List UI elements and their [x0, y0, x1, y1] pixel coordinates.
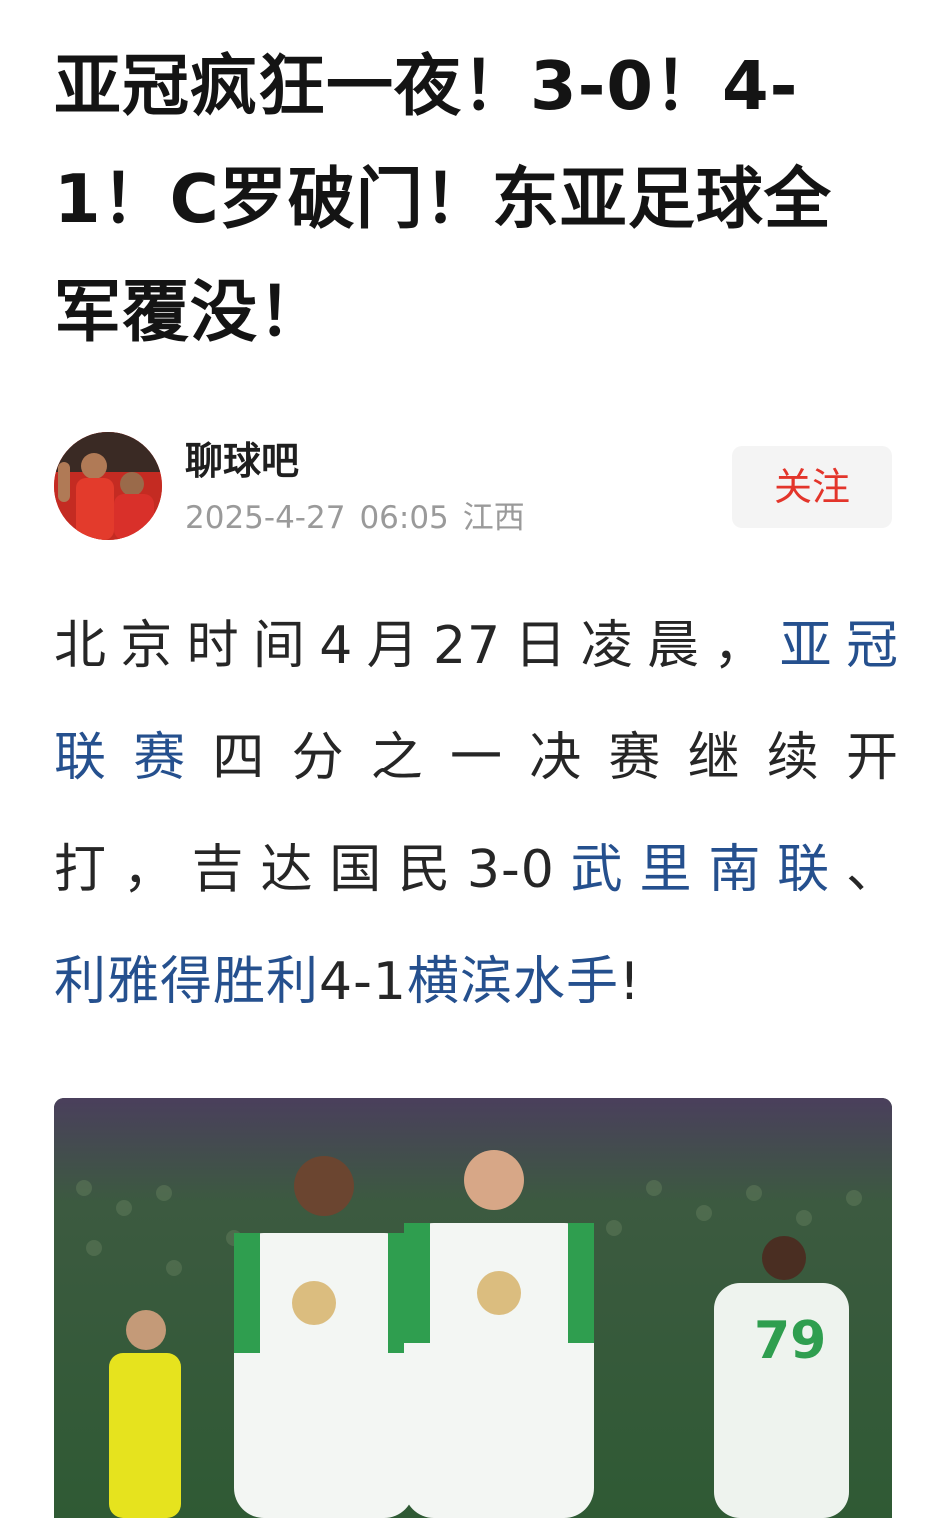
- article-photo[interactable]: 79: [54, 1098, 892, 1518]
- link-al-nassr[interactable]: 利雅得胜利: [54, 952, 319, 1012]
- post-location: 江西: [462, 500, 525, 536]
- body-text-segment: !: [618, 952, 641, 1012]
- body-text-segment: 北京时间4月27日凌晨，: [54, 616, 780, 676]
- author-name[interactable]: 聊球吧: [185, 438, 299, 484]
- body-line-4: 利雅得胜利4-1横滨水手!: [54, 926, 899, 1038]
- body-text-segment: 打，吉达国民3-0: [54, 840, 555, 900]
- body-line-1: 北京时间4月27日凌晨，亚冠: [54, 590, 899, 702]
- link-afc-champions-cont[interactable]: 联赛: [54, 728, 212, 788]
- body-line-3: 打，吉达国民3-0武里南联、: [54, 814, 899, 926]
- post-date: 2025-4-27: [185, 500, 346, 536]
- article-title: 亚冠疯狂一夜！3-0！4-1！C罗破门！东亚足球全军覆没！: [54, 47, 832, 351]
- jersey-number: 79: [754, 1311, 826, 1371]
- author-bar: 聊球吧 2025-4-27 06:05 江西 关注: [54, 432, 894, 542]
- body-text-segment: 四分之一决赛继续开: [212, 728, 899, 788]
- post-meta: 2025-4-27 06:05 江西: [185, 498, 539, 538]
- body-text-segment: 4-1: [319, 952, 407, 1012]
- body-text-segment: 、: [845, 840, 899, 900]
- author-avatar[interactable]: [54, 432, 162, 540]
- article-body: 北京时间4月27日凌晨，亚冠 联赛四分之一决赛继续开 打，吉达国民3-0武里南联…: [54, 590, 899, 1038]
- link-buriram[interactable]: 武里南联: [555, 840, 846, 900]
- post-time: 06:05: [359, 500, 449, 536]
- body-line-2: 联赛四分之一决赛继续开: [54, 702, 899, 814]
- follow-button[interactable]: 关注: [732, 446, 892, 528]
- link-afc-champions[interactable]: 亚冠: [780, 616, 899, 676]
- link-yokohama[interactable]: 横滨水手: [407, 952, 619, 1012]
